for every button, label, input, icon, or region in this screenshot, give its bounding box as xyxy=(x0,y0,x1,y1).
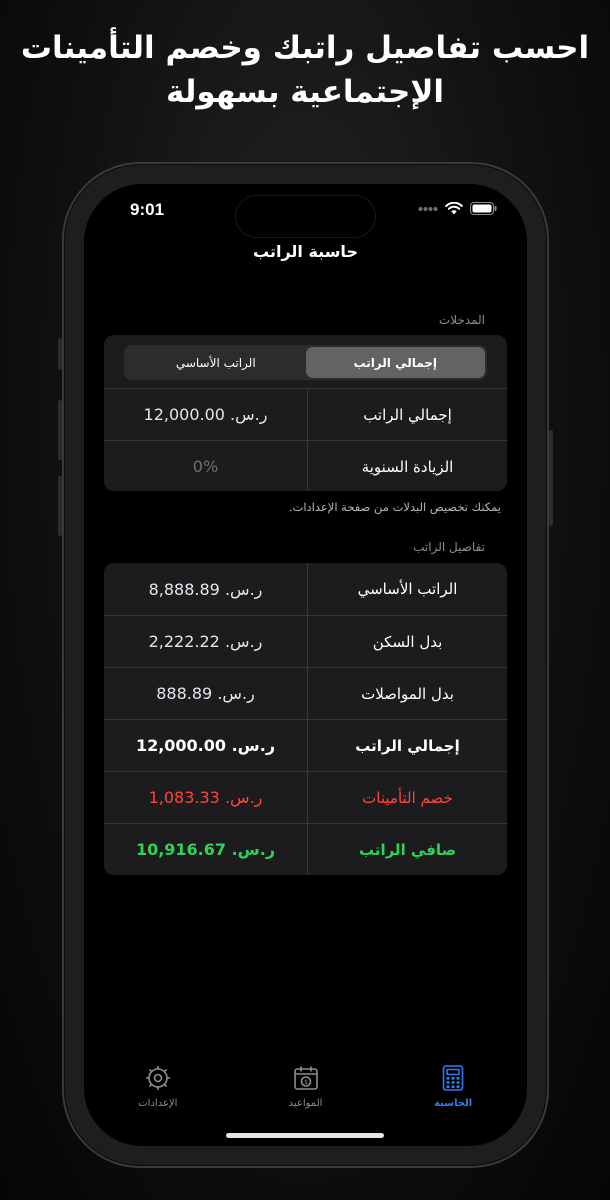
inputs-section-label: المدخلات xyxy=(438,313,485,327)
transport-allowance-label: بدل المواصلات xyxy=(307,668,507,719)
insurance-deduction-row: خصم التأمينات ر.س. 1,083.33 xyxy=(104,771,507,823)
salary-details-card: الراتب الأساسي ر.س. 8,888.89 بدل السكن ر… xyxy=(104,563,507,875)
gross-salary-row: إجمالي الراتب ر.س. 12,000.00 xyxy=(104,719,507,771)
gear-icon xyxy=(145,1066,170,1090)
home-indicator[interactable] xyxy=(226,1133,384,1138)
basic-salary-value: ر.س. 8,888.89 xyxy=(148,579,263,599)
annual-increase-input[interactable]: 0% xyxy=(104,441,307,491)
nav-title: حاسبة الراتب xyxy=(253,242,358,261)
headline-line-1: احسب تفاصيل راتبك وخصم التأمينات xyxy=(20,30,590,66)
dynamic-island xyxy=(236,196,375,237)
volume-down-button xyxy=(58,476,62,536)
headline-line-2: الإجتماعية بسهولة xyxy=(165,74,445,110)
salary-type-segmented-control[interactable]: إجمالي الراتب الراتب الأساسي xyxy=(124,345,487,380)
tab-appointments-label: المواعيد xyxy=(288,1098,323,1109)
power-button xyxy=(549,430,553,526)
annual-increase-input-row: الزيادة السنوية 0% xyxy=(104,440,507,491)
gross-salary-input-label: إجمالي الراتب xyxy=(307,389,507,440)
annual-increase-label: الزيادة السنوية xyxy=(307,441,507,491)
tab-calculator[interactable]: الحاسبة xyxy=(379,1064,527,1124)
battery-icon xyxy=(470,202,497,215)
calculator-icon xyxy=(442,1065,464,1091)
details-section-label: تفاصيل الراتب xyxy=(413,540,485,554)
transport-allowance-row: بدل المواصلات ر.س. 888.89 xyxy=(104,667,507,719)
net-salary-row: صافي الراتب ر.س. 10,916.67 xyxy=(104,823,507,875)
net-salary-label: صافي الراتب xyxy=(307,824,507,875)
gross-salary-input-row: إجمالي الراتب ر.س. 12,000.00 xyxy=(104,388,507,440)
phone-screen: 9:01 حاسبة الراتب المدخلات إجمالي الراتب… xyxy=(84,184,527,1146)
status-icons xyxy=(418,202,497,215)
tab-settings-label: الإعدادات xyxy=(138,1098,178,1109)
volume-up-button xyxy=(58,400,62,460)
basic-salary-label: الراتب الأساسي xyxy=(307,563,507,615)
tab-settings[interactable]: الإعدادات xyxy=(84,1064,232,1124)
gross-salary-label: إجمالي الراتب xyxy=(307,720,507,771)
housing-allowance-value: ر.س. 2,222.22 xyxy=(148,632,263,651)
action-button xyxy=(58,338,62,370)
cellular-signal-icon xyxy=(418,206,438,211)
gross-salary-value: ر.س. 12,000.00 xyxy=(135,736,276,755)
gross-salary-input[interactable]: ر.س. 12,000.00 xyxy=(104,389,307,440)
transport-allowance-value: ر.س. 888.89 xyxy=(156,684,255,703)
svg-text:$: $ xyxy=(304,1079,308,1086)
basic-salary-row: الراتب الأساسي ر.س. 8,888.89 xyxy=(104,563,507,615)
segment-basic-salary[interactable]: الراتب الأساسي xyxy=(126,347,306,378)
segment-gross-salary[interactable]: إجمالي الراتب xyxy=(305,347,485,378)
housing-allowance-row: بدل السكن ر.س. 2,222.22 xyxy=(104,615,507,667)
insurance-deduction-label: خصم التأمينات xyxy=(307,772,507,823)
net-salary-value: ر.س. 10,916.67 xyxy=(135,840,276,859)
inputs-card: إجمالي الراتب الراتب الأساسي إجمالي الرا… xyxy=(104,335,507,491)
allowances-footnote: يمكنك تخصيص البدلات من صفحة الإعدادات. xyxy=(288,500,501,514)
calendar-icon: $ xyxy=(293,1066,318,1090)
tab-bar: الإعدادات $ المواعيد الحاسبة xyxy=(84,1064,527,1124)
promo-headline: احسب تفاصيل راتبك وخصم التأمينات الإجتما… xyxy=(0,26,610,114)
status-time: 9:01 xyxy=(130,200,165,219)
tab-calculator-label: الحاسبة xyxy=(434,1098,473,1109)
housing-allowance-label: بدل السكن xyxy=(307,616,507,667)
tab-appointments[interactable]: $ المواعيد xyxy=(232,1064,380,1124)
wifi-icon xyxy=(445,202,463,215)
insurance-deduction-value: ر.س. 1,083.33 xyxy=(148,788,263,807)
